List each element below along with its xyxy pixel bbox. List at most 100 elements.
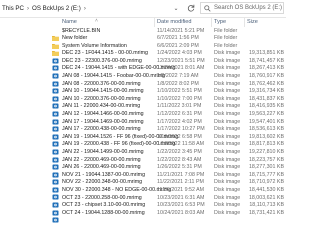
file-name[interactable]: JAN 22 - 19044.1499-00-00.mrimg <box>62 149 144 155</box>
table-row[interactable]: DEC 24 - 19044.1415 - with EDGE-00-00.mr… <box>0 65 286 79</box>
file-name[interactable]: OCT 23 - chipset 3.10-00-00.mrimg <box>62 202 145 208</box>
disk-image-icon <box>52 157 59 170</box>
table-row[interactable]: DEC 23 - 1F044.1415 - 00-00.mrimg 1/24/20… <box>0 50 286 64</box>
file-name[interactable]: $RECYCLE.BIN <box>62 28 100 34</box>
disk-image-icon <box>52 119 59 132</box>
breadcrumb-drive[interactable]: OS BckUps 2 (E:) <box>32 5 81 12</box>
column-date-modified[interactable]: Date modified <box>157 19 192 25</box>
file-name[interactable]: JAN 10 - 22000.376-00-00.mrimg <box>62 96 141 102</box>
file-size: 18,003,621 KB <box>248 194 284 201</box>
file-date: 11/30/2021 9:52 AM <box>157 186 205 193</box>
file-date: 1/22/2022 3:45 PM <box>157 149 202 155</box>
file-type: Disk image <box>214 202 241 209</box>
breadcrumb-this-pc[interactable]: This PC <box>2 5 24 12</box>
file-date: 10/23/2021 6:31 AM <box>157 194 205 201</box>
column-name[interactable]: Name <box>62 19 77 25</box>
table-row[interactable]: JAN 08 - 22000.376-00-00.mrimg 1/8/2022 8… <box>0 80 286 94</box>
folder-icon <box>52 28 59 41</box>
file-size: 18,223,757 KB <box>248 156 284 163</box>
file-name[interactable]: OCT 23 - 22000.258-00-00.mrimg <box>62 195 142 201</box>
table-row[interactable]: System Volume Information 6/6/2021 2:09 P… <box>0 42 286 57</box>
table-row[interactable]: JAN 22 - 22000.469-00-00.mrimg 1/22/2022 … <box>0 156 286 170</box>
file-date: 1/8/2022 8:02 PM <box>157 80 199 87</box>
column-header: Name Date modified Type Size <box>0 17 286 27</box>
column-divider[interactable] <box>244 17 245 27</box>
refresh-button[interactable] <box>185 2 197 14</box>
table-row[interactable]: JAN 10 - 19044.1415-00-00.mrimg 1/10/2022… <box>0 88 286 102</box>
file-date: 1/17/2022 4:02 PM <box>157 118 202 125</box>
sort-up-icon: ˄ <box>95 18 98 24</box>
table-row[interactable]: $RECYCLE.BIN 11/14/2021 5:21 PM File folde… <box>0 27 286 41</box>
file-type: File folder <box>214 35 238 42</box>
table-row[interactable]: OCT 23 - 22000.258-00-00.mrimg 10/23/2021… <box>0 194 286 208</box>
table-row[interactable]: NOV 22 - 22000.348-00-00.mrimg 11/22/2021… <box>0 179 286 193</box>
file-name[interactable]: JAN 08 - 19044.1415 - Foobar-00-00.mrimg <box>62 73 165 79</box>
file-type: Disk image <box>214 111 241 118</box>
column-divider[interactable] <box>211 17 212 27</box>
table-row[interactable]: JAN 17 - 22000.438-00-00.mrimg 1/17/2022 … <box>0 126 286 140</box>
file-type: Disk image <box>214 73 241 80</box>
table-row[interactable]: NOV 21 - 19044.1387-00-00.mrimg 11/21/202… <box>0 171 286 185</box>
search-input[interactable]: Search OS BckUps 2 (E:) <box>200 2 284 14</box>
file-date: 11/14/2021 5:21 PM <box>157 27 205 34</box>
table-row[interactable]: JAN 19 - 22000.438 - FF 96 (fixed)-00-00… <box>0 141 286 155</box>
disk-image-icon <box>52 81 59 94</box>
file-name[interactable]: NOV 21 - 19044.1387-00-00.mrimg <box>62 172 145 178</box>
file-size: 18,416,935 KB <box>248 103 284 110</box>
file-type: Disk image <box>214 57 241 64</box>
file-size: 19,316,734 KB <box>248 88 284 95</box>
file-name[interactable]: JAN 26 - 22000.469-00-00.mrimg <box>62 164 141 170</box>
file-type: Disk image <box>214 80 241 87</box>
file-name[interactable]: New folder <box>62 35 87 41</box>
file-type: Disk image <box>214 88 241 95</box>
file-name[interactable]: JAN 12 - 19044.1466-00-00.mrimg <box>62 111 144 117</box>
file-name[interactable]: JAN 08 - 22000.376-00-00.mrimg <box>62 81 141 87</box>
file-date: 12/23/2021 5:51 PM <box>157 57 205 64</box>
table-row[interactable]: New folder 6/7/2021 1:56 PM File folder <box>0 35 286 49</box>
column-type[interactable]: Type <box>214 19 226 25</box>
file-name[interactable]: JAN 17 - 19044.1469-00-00.mrimg <box>62 119 144 125</box>
column-size[interactable]: Size <box>247 19 258 25</box>
table-row[interactable]: OCT 24 - 19044.1288-00-00.mrimg 10/24/202… <box>0 209 286 223</box>
disk-image-icon <box>52 180 59 193</box>
file-name[interactable]: System Volume Information <box>62 43 127 49</box>
disk-image-icon <box>52 66 59 79</box>
file-type: Disk image <box>214 164 241 171</box>
file-size: 19,563,227 KB <box>248 111 284 118</box>
table-row[interactable]: JAN 10 - 22000.376-00-00.mrimg 1/10/2022 … <box>0 95 286 109</box>
table-row[interactable]: DEC 23 - 22300.376-00-00.mrimg 12/23/2021… <box>0 57 286 71</box>
table-row[interactable]: NOV 30 - 22000.348 - NO EDGE-00-00.mrimg… <box>0 186 286 200</box>
file-name[interactable]: JAN 10 - 19044.1415-00-00.mrimg <box>62 88 144 94</box>
table-row[interactable]: JAN 19 - 19044.1526 - FF 96 (fixed)-00-0… <box>0 133 286 147</box>
file-name[interactable]: OCT 24 - 19044.1288-00-00.mrimg <box>62 210 145 216</box>
file-type: Disk image <box>214 156 241 163</box>
file-type: Disk image <box>214 103 241 110</box>
column-divider[interactable] <box>154 17 155 27</box>
table-row[interactable]: JAN 12 - 19044.1466-00-00.mrimg 1/12/2022… <box>0 111 286 125</box>
file-type: Disk image <box>214 186 241 193</box>
table-row[interactable]: JAN 26 - 22000.469-00-00.mrimg 1/26/2022 … <box>0 164 286 178</box>
disk-image-icon <box>52 142 59 155</box>
breadcrumb[interactable]: This PC › OS BckUps 2 (E:) › <box>2 3 89 14</box>
file-type: Disk image <box>214 171 241 178</box>
file-name[interactable]: JAN 11 - 22000.434-00-00.mrimg <box>62 103 140 109</box>
table-row[interactable]: JAN 11 - 22000.434-00-00.mrimg 1/11/2022 … <box>0 103 286 117</box>
file-name[interactable]: JAN 17 - 22000.438-00-00.mrimg <box>62 126 141 132</box>
file-name[interactable]: DEC 23 - 22300.376-00-00.mrimg <box>62 58 142 64</box>
file-name[interactable]: NOV 30 - 22000.348 - NO EDGE-00-00.mrimg <box>62 187 171 193</box>
file-date: 1/19/2022 11:58 AM <box>157 141 205 148</box>
table-row[interactable]: JAN 22 - 19044.1499-00-00.mrimg 1/22/2022… <box>0 149 286 162</box>
table-row[interactable]: JAN 08 - 19044.1415 - Foobar-00-00.mrimg… <box>0 73 286 87</box>
chevron-down-icon: ⌄ <box>173 5 179 12</box>
file-name[interactable]: DEC 23 - 1F044.1415 - 00-00.mrimg <box>62 50 148 56</box>
table-row[interactable]: JAN 17 - 19044.1469-00-00.mrimg 1/17/2022… <box>0 118 286 132</box>
file-size: 18,267,413 KB <box>248 65 284 72</box>
dropdown-history-button[interactable]: ⌄ <box>170 2 182 14</box>
disk-image-icon <box>52 51 59 64</box>
file-type: Disk image <box>214 95 241 102</box>
file-name[interactable]: JAN 22 - 22000.469-00-00.mrimg <box>62 157 141 163</box>
file-name[interactable]: NOV 22 - 22000.348-00-00.mrimg <box>62 179 142 185</box>
table-row[interactable]: OCT 23 - chipset 3.10-00-00.mrimg 10/23/2… <box>0 202 286 216</box>
disk-image-icon <box>52 96 59 109</box>
file-size: 19,547,401 KB <box>248 118 284 125</box>
